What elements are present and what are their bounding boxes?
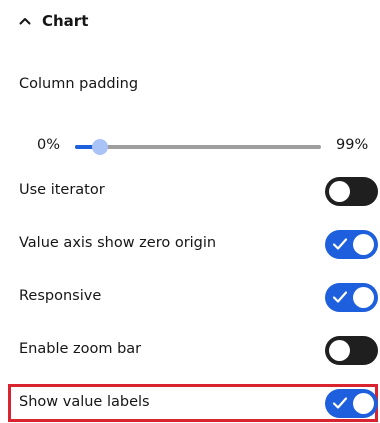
- checkmark-icon: [332, 397, 348, 409]
- column-padding-slider: 0% 99%: [19, 134, 375, 158]
- setting-label: Show value labels: [19, 394, 150, 410]
- chart-section-header[interactable]: Chart: [18, 9, 88, 33]
- slider-min-label: 0%: [37, 137, 61, 153]
- show-value-labels-toggle[interactable]: [325, 389, 378, 418]
- value-axis-zero-origin-toggle[interactable]: [325, 230, 378, 259]
- toggle-knob: [329, 181, 350, 202]
- checkmark-icon: [332, 291, 348, 303]
- setting-label: Use iterator: [19, 182, 105, 198]
- toggle-knob: [353, 234, 374, 255]
- toggle-knob: [353, 393, 374, 414]
- column-padding-label: Column padding: [19, 76, 139, 92]
- toggle-knob: [329, 340, 350, 361]
- checkmark-icon: [332, 238, 348, 250]
- setting-row-show-value-labels: Show value labels: [0, 389, 380, 419]
- use-iterator-toggle[interactable]: [325, 177, 378, 206]
- setting-label: Responsive: [19, 288, 102, 304]
- setting-row-responsive: Responsive: [0, 283, 380, 313]
- setting-label: Enable zoom bar: [19, 341, 142, 357]
- slider-thumb[interactable]: [91, 139, 108, 155]
- responsive-toggle[interactable]: [325, 283, 378, 312]
- chevron-up-icon: [18, 14, 32, 28]
- slider-max-label: 99%: [336, 137, 369, 153]
- slider-track[interactable]: [75, 139, 321, 155]
- setting-row-use-iterator: Use iterator: [0, 177, 380, 207]
- toggle-knob: [353, 287, 374, 308]
- setting-row-value-axis-zero-origin: Value axis show zero origin: [0, 230, 380, 260]
- section-title: Chart: [42, 12, 89, 30]
- setting-label: Value axis show zero origin: [19, 235, 217, 251]
- enable-zoom-bar-toggle[interactable]: [325, 336, 378, 365]
- setting-row-enable-zoom-bar: Enable zoom bar: [0, 336, 380, 366]
